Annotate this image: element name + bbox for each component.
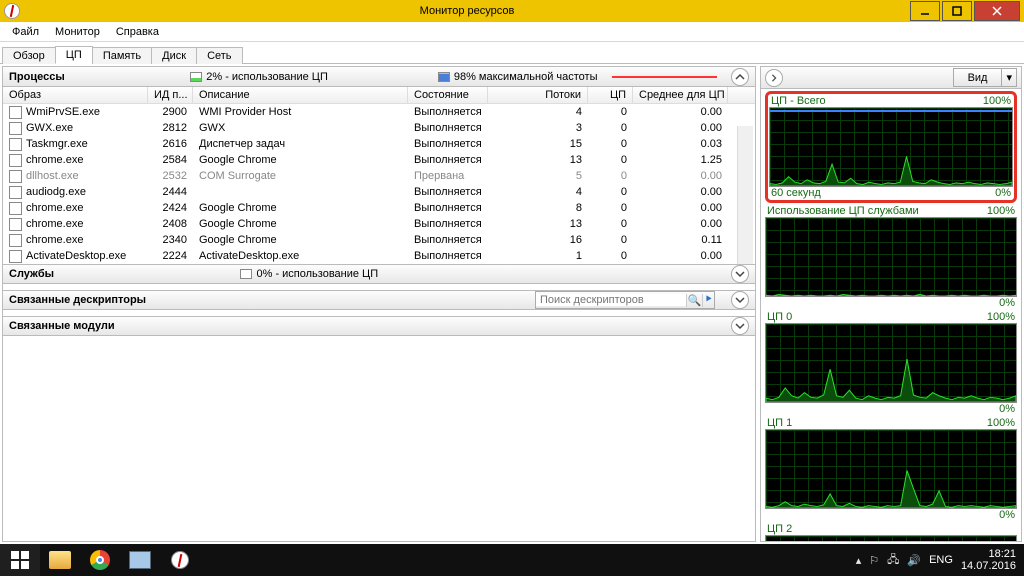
taskbar: ▴ ⚐ 🖧 🔊 ENG 18:21 14.07.2016 xyxy=(0,544,1024,576)
table-row[interactable]: GWX.exe2812GWXВыполняется300.00 xyxy=(3,120,755,136)
chevron-down-icon xyxy=(735,295,745,305)
tab-memory[interactable]: Память xyxy=(92,47,152,64)
col-cpu[interactable]: ЦП xyxy=(588,87,633,103)
table-row[interactable]: Taskmgr.exe2616Диспетчер задачВыполняетс… xyxy=(3,136,755,152)
title-bar: Монитор ресурсов xyxy=(0,0,1024,22)
right-pane-header: Вид▾ xyxy=(761,67,1021,89)
red-underline xyxy=(612,76,718,78)
row-checkbox[interactable] xyxy=(9,186,22,199)
section-processes-header[interactable]: Процессы 2% - использование ЦП 98% макси… xyxy=(3,67,755,87)
col-avgcpu[interactable]: Среднее для ЦП xyxy=(633,87,728,103)
search-handles-input[interactable] xyxy=(536,294,686,306)
tab-overview[interactable]: Обзор xyxy=(2,47,56,64)
row-checkbox[interactable] xyxy=(9,122,22,135)
search-icon[interactable]: 🔍 xyxy=(686,294,702,307)
chart-4: ЦП 2 xyxy=(765,523,1017,541)
view-button[interactable]: Вид▾ xyxy=(953,68,1017,87)
scrollbar[interactable] xyxy=(737,126,753,264)
chevron-right-icon xyxy=(770,74,778,82)
table-row[interactable]: audiodg.exe2444Выполняется400.00 xyxy=(3,184,755,200)
table-row[interactable]: chrome.exe2408Google ChromeВыполняется13… xyxy=(3,216,755,232)
col-desc[interactable]: Описание xyxy=(193,87,408,103)
row-checkbox[interactable] xyxy=(9,106,22,119)
chevron-down-icon xyxy=(735,321,745,331)
tray-lang[interactable]: ENG xyxy=(929,554,953,566)
table-body: WmiPrvSE.exe2900WMI Provider HostВыполня… xyxy=(3,104,755,264)
table-row[interactable]: chrome.exe2584Google ChromeВыполняется13… xyxy=(3,152,755,168)
tray-up-icon[interactable]: ▴ xyxy=(856,554,862,567)
taskbar-resmon[interactable] xyxy=(160,544,200,576)
expand-services-button[interactable] xyxy=(731,265,749,283)
processes-title: Процессы xyxy=(9,71,65,83)
freq-mini-icon xyxy=(438,72,450,82)
menu-file[interactable]: Файл xyxy=(4,24,47,40)
maximize-button[interactable] xyxy=(942,1,972,21)
menu-help[interactable]: Справка xyxy=(108,24,167,40)
left-pane: Процессы 2% - использование ЦП 98% макси… xyxy=(2,66,756,542)
taskbar-explorer[interactable] xyxy=(40,544,80,576)
section-modules-header[interactable]: Связанные модули xyxy=(3,316,755,336)
close-button[interactable] xyxy=(974,1,1020,21)
view-dropdown-icon[interactable]: ▾ xyxy=(1001,69,1016,86)
tab-network[interactable]: Сеть xyxy=(196,47,242,64)
col-image[interactable]: Образ xyxy=(3,87,148,103)
collapse-charts-button[interactable] xyxy=(765,69,783,87)
cpu-mini-icon xyxy=(190,72,202,82)
row-checkbox[interactable] xyxy=(9,234,22,247)
collapse-processes-button[interactable] xyxy=(731,68,749,86)
tray-clock[interactable]: 18:21 14.07.2016 xyxy=(961,548,1016,572)
chart-2: ЦП 0100% 0% xyxy=(765,311,1017,415)
tray-action-center-icon[interactable]: ⚐ xyxy=(869,554,879,567)
charts-area: ЦП - Всего100% 60 секунд0% Использование… xyxy=(761,89,1021,541)
table-row[interactable]: chrome.exe2340Google ChromeВыполняется16… xyxy=(3,232,755,248)
start-button[interactable] xyxy=(0,544,40,576)
tray-network-icon[interactable]: 🖧 xyxy=(887,551,899,570)
tab-bar: Обзор ЦП Память Диск Сеть xyxy=(0,42,1024,64)
chevron-up-icon xyxy=(735,72,745,82)
row-checkbox[interactable] xyxy=(9,218,22,231)
minimize-button[interactable] xyxy=(910,1,940,21)
row-checkbox[interactable] xyxy=(9,138,22,151)
table-row[interactable]: ActivateDesktop.exe2224ActivateDesktop.e… xyxy=(3,248,755,264)
window-title: Монитор ресурсов xyxy=(26,5,908,17)
expand-modules-button[interactable] xyxy=(731,317,749,335)
system-tray: ▴ ⚐ 🖧 🔊 ENG 18:21 14.07.2016 xyxy=(856,548,1024,572)
row-checkbox[interactable] xyxy=(9,250,22,263)
section-handles-header[interactable]: Связанные дескрипторы 🔍 ⯈ xyxy=(3,290,755,310)
col-threads[interactable]: Потоки xyxy=(488,87,588,103)
windows-icon xyxy=(11,551,29,569)
expand-handles-button[interactable] xyxy=(731,291,749,309)
menu-bar: Файл Монитор Справка xyxy=(0,22,1024,42)
table-row[interactable]: WmiPrvSE.exe2900WMI Provider HostВыполня… xyxy=(3,104,755,120)
search-dropdown-icon[interactable]: ⯈ xyxy=(702,294,714,307)
tab-disk[interactable]: Диск xyxy=(151,47,197,64)
chart-3: ЦП 1100% 0% xyxy=(765,417,1017,521)
taskbar-chrome[interactable] xyxy=(80,544,120,576)
taskbar-app1[interactable] xyxy=(120,544,160,576)
right-pane: Вид▾ ЦП - Всего100% 60 секунд0% Использо… xyxy=(760,66,1022,542)
section-services-header[interactable]: Службы 0% - использование ЦП xyxy=(3,264,755,284)
tab-cpu[interactable]: ЦП xyxy=(55,46,93,64)
tray-volume-icon[interactable]: 🔊 xyxy=(907,554,921,567)
chevron-down-icon xyxy=(735,269,745,279)
chart-0: ЦП - Всего100% 60 секунд0% xyxy=(765,91,1017,203)
search-handles: 🔍 ⯈ xyxy=(535,291,715,309)
chart-1: Использование ЦП службами100% 0% xyxy=(765,205,1017,309)
row-checkbox[interactable] xyxy=(9,170,22,183)
table-header[interactable]: Образ ИД п... Описание Состояние Потоки … xyxy=(3,87,755,104)
row-checkbox[interactable] xyxy=(9,154,22,167)
app-icon xyxy=(4,3,20,19)
menu-monitor[interactable]: Монитор xyxy=(47,24,108,40)
table-row[interactable]: dllhost.exe2532COM SurrogateПрервана500.… xyxy=(3,168,755,184)
col-state[interactable]: Состояние xyxy=(408,87,488,103)
table-row[interactable]: chrome.exe2424Google ChromeВыполняется80… xyxy=(3,200,755,216)
row-checkbox[interactable] xyxy=(9,202,22,215)
col-pid[interactable]: ИД п... xyxy=(148,87,193,103)
